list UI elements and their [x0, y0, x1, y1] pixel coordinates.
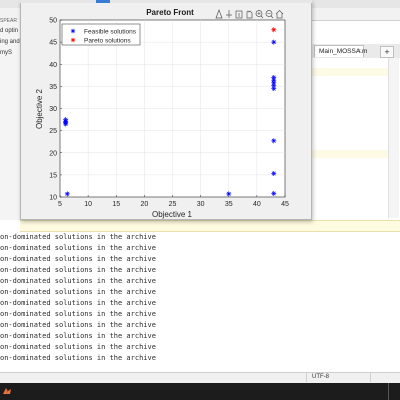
export-icon[interactable] [235, 10, 243, 19]
y-axis-label: Objective 2 [35, 88, 44, 129]
command-output-line: on-dominated solutions in the archive [0, 354, 156, 362]
legend-label: Feasible solutions [84, 29, 137, 36]
legend-marker [70, 37, 76, 43]
command-output-line: on-dominated solutions in the archive [0, 321, 156, 329]
command-output-line: on-dominated solutions in the archive [0, 255, 156, 263]
series-pareto-solutions [271, 27, 277, 33]
chart-title: Pareto Front [146, 8, 194, 17]
x-axis-label: Objective 1 [152, 210, 193, 219]
y-tick-label: 50 [49, 18, 57, 25]
data-point[interactable] [271, 190, 277, 196]
status-divider [370, 372, 371, 382]
command-output-line: on-dominated solutions in the archive [0, 277, 156, 285]
panel-fragment: SPEAR [0, 18, 17, 24]
x-tick-label: 40 [253, 201, 261, 208]
data-point[interactable] [271, 138, 277, 144]
x-tick-label: 35 [225, 201, 233, 208]
y-tick-label: 10 [49, 195, 57, 202]
editor-area[interactable] [312, 58, 400, 218]
command-output-line: on-dominated solutions in the archive [0, 233, 156, 241]
os-taskbar [0, 383, 400, 400]
current-folder-panel: SPEAR d optin ing and myS [0, 18, 22, 220]
command-output-line: on-dominated solutions in the archive [0, 343, 156, 351]
zoom-out-icon[interactable] [265, 10, 274, 19]
y-tick-label: 40 [49, 62, 57, 69]
x-tick-label: 30 [197, 201, 205, 208]
taskbar-divider [388, 383, 389, 400]
data-point[interactable] [271, 171, 277, 177]
pareto-chart: Pareto Front 5 10 15 20 25 30 35 40 451015202530… [35, 8, 289, 219]
y-tick-label: 15 [49, 172, 57, 179]
command-output-line: on-dominated solutions in the archive [0, 310, 156, 318]
data-point[interactable] [226, 191, 232, 197]
status-divider [306, 372, 307, 382]
command-output-line: on-dominated solutions in the archive [0, 288, 156, 296]
legend-label: Pareto solutions [84, 38, 131, 45]
x-tick-label: 15 [112, 201, 120, 208]
editor-line-highlight [312, 150, 388, 158]
y-tick-label: 20 [49, 150, 57, 157]
close-icon[interactable]: × [357, 46, 361, 58]
command-output-line: on-dominated solutions in the archive [0, 266, 156, 274]
x-tick-label: 20 [140, 201, 148, 208]
x-tick-label: 5 [58, 201, 62, 208]
command-output-line: on-dominated solutions in the archive [0, 244, 156, 252]
y-tick-label: 45 [49, 40, 57, 47]
data-cursor-icon[interactable] [226, 10, 232, 18]
data-point[interactable] [63, 121, 69, 127]
pan-icon[interactable] [246, 10, 253, 19]
command-window-header [20, 220, 400, 232]
x-tick-label: 45 [281, 201, 289, 208]
command-window[interactable]: on-dominated solutions in the archive on-… [0, 232, 400, 370]
home-icon[interactable] [275, 10, 284, 19]
command-output-line: on-dominated solutions in the archive [0, 299, 156, 307]
data-point[interactable] [271, 75, 277, 81]
y-tick-label: 30 [49, 106, 57, 113]
panel-fragment[interactable]: ing and [0, 39, 20, 45]
editor-scrollbar[interactable] [388, 58, 399, 218]
x-tick-label: 10 [84, 201, 92, 208]
editor-tab-main-mossa[interactable]: Main_MOSSA.m × [314, 45, 367, 58]
panel-fragment[interactable]: myS [0, 50, 12, 56]
legend-marker [70, 28, 76, 34]
data-point[interactable] [271, 39, 277, 45]
new-tab-button[interactable]: + [380, 46, 394, 58]
axes-toolbar [215, 9, 284, 19]
command-output-line: on-dominated solutions in the archive [0, 332, 156, 340]
y-tick-label: 35 [49, 84, 57, 91]
legend[interactable]: Feasible solutions Pareto solutions [61, 23, 141, 46]
panel-fragment[interactable]: d optin [0, 28, 18, 34]
data-point[interactable] [64, 191, 70, 197]
y-tick-label: 25 [49, 128, 57, 135]
status-bar [0, 372, 400, 383]
data-point[interactable] [271, 27, 277, 33]
matlab-app-icon[interactable] [2, 386, 12, 396]
x-tick-label: 25 [169, 201, 177, 208]
brush-icon[interactable] [215, 9, 223, 19]
editor-line-highlight [312, 68, 388, 76]
zoom-in-icon[interactable] [255, 10, 264, 19]
encoding-indicator: UTF-8 [312, 374, 329, 380]
